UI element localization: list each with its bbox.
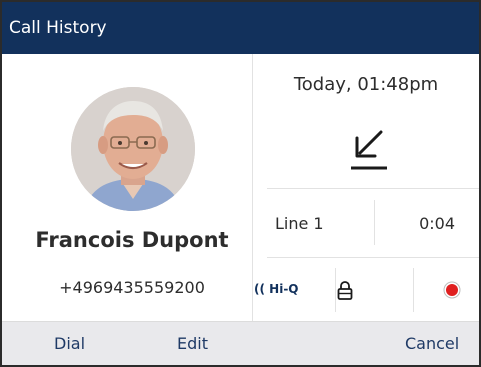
- dial-button[interactable]: Dial: [54, 322, 85, 365]
- contact-name: Francois Dupont: [35, 228, 229, 252]
- hiq-audio-badge: (( Hi-Q: [254, 282, 299, 296]
- avatar: [71, 87, 195, 211]
- contact-panel: Francois Dupont +4969435559200: [2, 54, 252, 322]
- status-separator-1: [335, 268, 336, 312]
- call-history-screen: Call History Francois Dupont +4969435559…: [0, 0, 481, 367]
- edit-button[interactable]: Edit: [177, 322, 208, 365]
- record-icon: [443, 281, 461, 299]
- call-timestamp: Today, 01:48pm: [293, 74, 439, 95]
- contact-photo: [71, 87, 195, 211]
- incoming-call-arrow-icon: [351, 130, 387, 170]
- hiq-label: Hi-Q: [269, 282, 299, 296]
- cancel-button[interactable]: Cancel: [405, 322, 459, 365]
- hiq-audio-icon: ((: [254, 282, 265, 296]
- softkey-bar: Dial Edit Cancel: [2, 321, 479, 365]
- page-title: Call History: [9, 18, 107, 38]
- call-details-panel: Today, 01:48pm Line 1 0:04 (( Hi-Q: [253, 54, 479, 322]
- line-label: Line 1: [275, 214, 324, 233]
- status-separator-2: [413, 268, 414, 312]
- contact-number: +4969435559200: [59, 278, 205, 297]
- title-bar: Call History: [2, 2, 479, 54]
- lock-icon: [337, 281, 353, 300]
- call-duration: 0:04: [419, 214, 455, 233]
- details-divider-bottom: [267, 257, 479, 258]
- line-duration-separator: [374, 200, 375, 245]
- details-divider-top: [267, 188, 479, 189]
